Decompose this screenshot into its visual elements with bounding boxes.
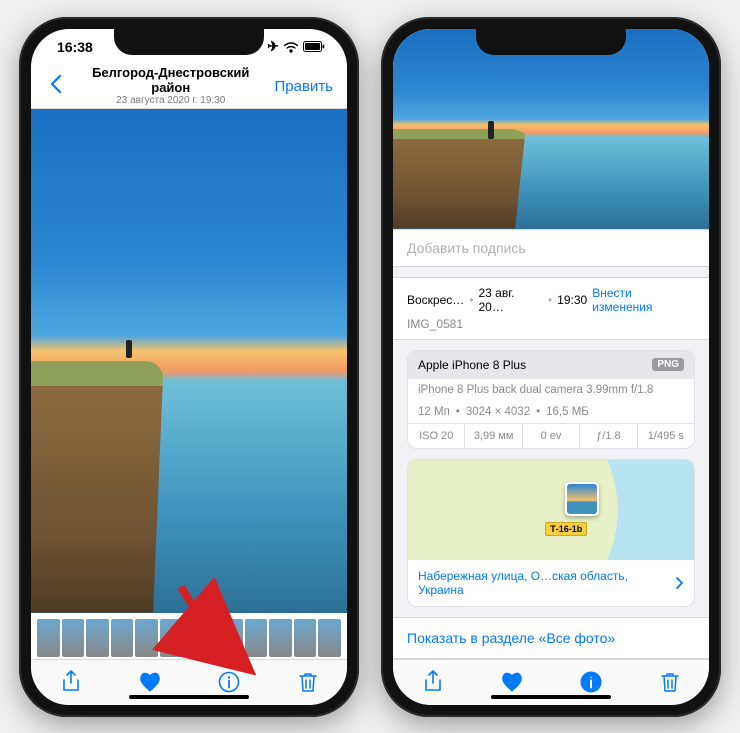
- nav-subtitle: 23 августа 2020 г. 19:30: [71, 95, 271, 106]
- date-time-cell[interactable]: Воскрес… • 23 авг. 20… • 19:30 Внести из…: [393, 277, 709, 340]
- exif-focal: 3,99 мм: [465, 424, 522, 448]
- resolution-size: 12 Мп • 3024 × 4032 • 16,5 МБ: [408, 401, 694, 423]
- dimensions: 3024 × 4032: [466, 406, 530, 418]
- delete-button[interactable]: [295, 669, 321, 695]
- exif-shutter: 1/495 s: [638, 424, 694, 448]
- trash-icon: [660, 671, 680, 693]
- chevron-right-icon: [676, 577, 684, 589]
- screen-left: 16:38 ✈︎ Белгород-Днестровский район 23 …: [31, 29, 347, 705]
- weekday: Воскрес…: [407, 293, 464, 307]
- megapixels: 12 Мп: [418, 406, 450, 418]
- thumbnail[interactable]: [86, 619, 109, 657]
- thumbnail-strip[interactable]: [31, 613, 347, 659]
- caption-input[interactable]: Добавить подпись: [393, 229, 709, 267]
- home-indicator[interactable]: [129, 695, 249, 699]
- exif-aperture: ƒ/1.8: [580, 424, 637, 448]
- separator-dot: •: [536, 406, 540, 418]
- phone-right: Добавить подпись Воскрес… • 23 авг. 20… …: [381, 17, 721, 717]
- photo-content: [393, 29, 709, 229]
- thumbnail-selected[interactable]: [184, 619, 218, 657]
- map-preview[interactable]: Т-16-1b: [408, 460, 694, 560]
- chevron-left-icon: [50, 75, 62, 93]
- nav-title: Белгород-Днестровский район: [71, 66, 271, 95]
- format-badge: PNG: [652, 358, 684, 371]
- share-icon: [61, 670, 81, 694]
- wifi-icon: [283, 41, 299, 53]
- location-address-row[interactable]: Набережная улица, О…ская область, Украин…: [408, 560, 694, 606]
- thumbnail[interactable]: [62, 619, 85, 657]
- show-in-all-photos[interactable]: Показать в разделе «Все фото»: [393, 617, 709, 659]
- thumbnail[interactable]: [135, 619, 158, 657]
- status-time: 16:38: [57, 39, 93, 55]
- nav-title-area: Белгород-Днестровский район 23 августа 2…: [71, 66, 271, 106]
- battery-icon: [303, 41, 325, 52]
- photo-viewer[interactable]: [31, 109, 347, 613]
- thumbnail[interactable]: [220, 619, 243, 657]
- share-button[interactable]: [58, 669, 84, 695]
- map-pin-photo: [565, 482, 599, 516]
- thumbnail[interactable]: [318, 619, 341, 657]
- info-icon: [580, 671, 602, 693]
- notch: [114, 29, 264, 55]
- thumbnail[interactable]: [111, 619, 134, 657]
- filename: IMG_0581: [407, 317, 695, 331]
- lens: iPhone 8 Plus back dual camera 3.99mm f/…: [408, 379, 694, 401]
- heart-icon: [138, 671, 162, 693]
- adjust-link[interactable]: Внести изменения: [592, 286, 695, 314]
- share-icon: [423, 670, 443, 694]
- phone-left: 16:38 ✈︎ Белгород-Днестровский район 23 …: [19, 17, 359, 717]
- separator-dot: •: [456, 406, 460, 418]
- info-button-active[interactable]: [578, 669, 604, 695]
- location-address: Набережная улица, О…ская область, Украин…: [418, 569, 676, 597]
- date: 23 авг. 20…: [478, 286, 542, 314]
- exif-card: Apple iPhone 8 Plus PNG iPhone 8 Plus ba…: [407, 350, 695, 449]
- separator-dot: •: [548, 293, 552, 307]
- share-button[interactable]: [420, 669, 446, 695]
- info-panel[interactable]: Добавить подпись Воскрес… • 23 авг. 20… …: [393, 229, 709, 659]
- favorite-button[interactable]: [137, 669, 163, 695]
- airplane-icon: ✈︎: [267, 38, 279, 55]
- heart-icon: [500, 671, 524, 693]
- notch: [476, 29, 626, 55]
- home-indicator[interactable]: [491, 695, 611, 699]
- thumbnail[interactable]: [294, 619, 317, 657]
- delete-button[interactable]: [657, 669, 683, 695]
- exif-iso: ISO 20: [408, 424, 465, 448]
- caption-placeholder: Добавить подпись: [407, 240, 526, 256]
- exif-ev: 0 ev: [523, 424, 580, 448]
- info-icon: [218, 671, 240, 693]
- thumbnail[interactable]: [37, 619, 60, 657]
- info-button[interactable]: [216, 669, 242, 695]
- thumbnail[interactable]: [245, 619, 268, 657]
- trash-icon: [298, 671, 318, 693]
- file-size: 16,5 МБ: [546, 406, 589, 418]
- favorite-button[interactable]: [499, 669, 525, 695]
- photo-content: [31, 109, 347, 613]
- screen-right: Добавить подпись Воскрес… • 23 авг. 20… …: [393, 29, 709, 705]
- back-button[interactable]: [41, 73, 71, 99]
- photo-preview[interactable]: [393, 29, 709, 229]
- thumbnail[interactable]: [160, 619, 183, 657]
- nav-bar: Белгород-Днестровский район 23 августа 2…: [31, 65, 347, 109]
- device-model: Apple iPhone 8 Plus: [418, 358, 526, 372]
- map-road-label: Т-16-1b: [545, 522, 587, 536]
- edit-button[interactable]: Править: [271, 78, 338, 95]
- separator-dot: •: [469, 293, 473, 307]
- time: 19:30: [557, 293, 587, 307]
- location-card[interactable]: Т-16-1b Набережная улица, О…ская область…: [407, 459, 695, 607]
- thumbnail[interactable]: [269, 619, 292, 657]
- exif-table: ISO 20 3,99 мм 0 ev ƒ/1.8 1/495 s: [408, 423, 694, 448]
